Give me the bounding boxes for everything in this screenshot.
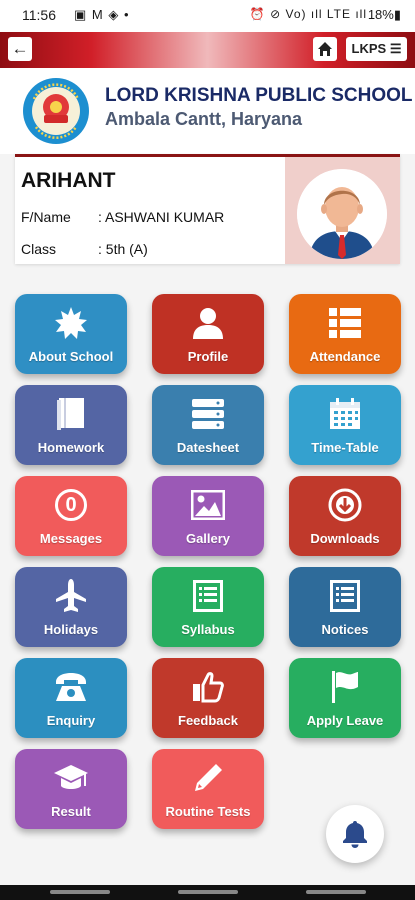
tile-feedback[interactable]: Feedback [152,658,264,738]
tile-gallery[interactable]: Gallery [152,476,264,556]
tile-apply-leave[interactable]: Apply Leave [289,658,401,738]
tile-label: Holidays [43,622,99,637]
status-bar: 11:56 ▣ M ◈ • ⏰ ⊘ Vo) ıll LTE ıll 18%▮ [0,0,415,32]
system-nav-bar [0,885,415,900]
nav-back-handle[interactable] [50,890,110,894]
tile-messages[interactable]: 0 Messages [15,476,127,556]
tile-label: Downloads [310,531,380,546]
tile-label: Time-Table [311,440,379,455]
calendar-icon [330,398,360,429]
tile-enquiry[interactable]: Enquiry [15,658,127,738]
tile-label: About School [28,349,114,364]
class-value: : 5th (A) [98,241,148,257]
school-city: Ambala Cantt, Haryana [105,109,303,129]
graduation-cap-icon [54,765,88,789]
signal-icons: ⏰ ⊘ Vo) ıll LTE ıll [249,7,367,21]
student-card: ARIHANT F/Name : ASHWANI KUMAR Class : 5… [15,154,400,264]
father-name-label: F/Name [21,209,71,225]
tile-about-school[interactable]: About School [15,294,127,374]
tile-datesheet[interactable]: Datesheet [152,385,264,465]
book-icon [57,398,84,430]
student-name: ARIHANT [21,169,116,192]
nav-home-handle[interactable] [178,890,238,894]
tile-attendance[interactable]: Attendance [289,294,401,374]
nav-recents-handle[interactable] [306,890,366,894]
bell-icon [343,821,367,848]
avatar-icon [297,169,387,259]
tile-label: Result [51,804,91,819]
tile-label: Profile [187,349,229,364]
battery-icon: 18%▮ [367,7,401,22]
tile-label: Enquiry [46,713,96,728]
school-header: LORD KRISHNA PUBLIC SCHOOL Ambala Cantt,… [0,68,415,154]
tile-profile[interactable]: Profile [152,294,264,374]
document-icon [193,580,223,612]
notification-icons: ▣ M ◈ • [74,7,130,22]
school-logo [23,78,89,144]
server-icon [192,399,224,429]
back-button[interactable]: ← [8,37,32,61]
tile-label: Attendance [309,349,381,364]
image-icon [191,490,225,520]
tile-routine-tests[interactable]: Routine Tests [152,749,264,829]
tile-syllabus[interactable]: Syllabus [152,567,264,647]
app-bar: ← LKPS ☰ [0,32,415,68]
tile-label: Feedback [178,713,238,728]
notifications-button[interactable] [326,805,384,863]
tile-result[interactable]: Result [15,749,127,829]
plane-icon [56,579,86,612]
tile-time-table[interactable]: Time-Table [289,385,401,465]
home-button[interactable] [313,37,337,61]
tile-holidays[interactable]: Holidays [15,567,127,647]
phone-icon [56,673,86,701]
tile-label: Datesheet [176,440,240,455]
tile-homework[interactable]: Homework [15,385,127,465]
tile-label: Gallery [185,531,231,546]
tile-notices[interactable]: Notices [289,567,401,647]
menu-button[interactable]: LKPS ☰ [346,37,407,61]
tile-label: Notices [321,622,369,637]
class-label: Class [21,241,57,257]
counter-icon: 0 [55,489,87,521]
student-photo-box[interactable] [285,157,400,264]
tile-downloads[interactable]: Downloads [289,476,401,556]
father-name-value: : ASHWANI KUMAR [98,209,225,225]
tile-label: Messages [39,531,103,546]
message-count: 0 [65,493,77,516]
list-icon [329,308,361,338]
person-icon [193,308,223,339]
flag-icon [332,671,358,703]
download-icon [328,488,362,522]
thumbs-up-icon [193,672,224,703]
pencil-icon [195,764,222,791]
home-icon [318,42,332,56]
back-arrow-icon: ← [11,39,29,58]
tile-label: Syllabus [181,622,235,637]
status-time: 11:56 [22,7,56,23]
avatar [297,169,387,259]
burst-icon [55,307,87,339]
tile-label: Routine Tests [165,804,251,819]
document-icon [330,580,360,612]
tile-label: Apply Leave [306,713,384,728]
tile-label: Homework [37,440,105,455]
school-name: LORD KRISHNA PUBLIC SCHOOL [105,85,413,106]
